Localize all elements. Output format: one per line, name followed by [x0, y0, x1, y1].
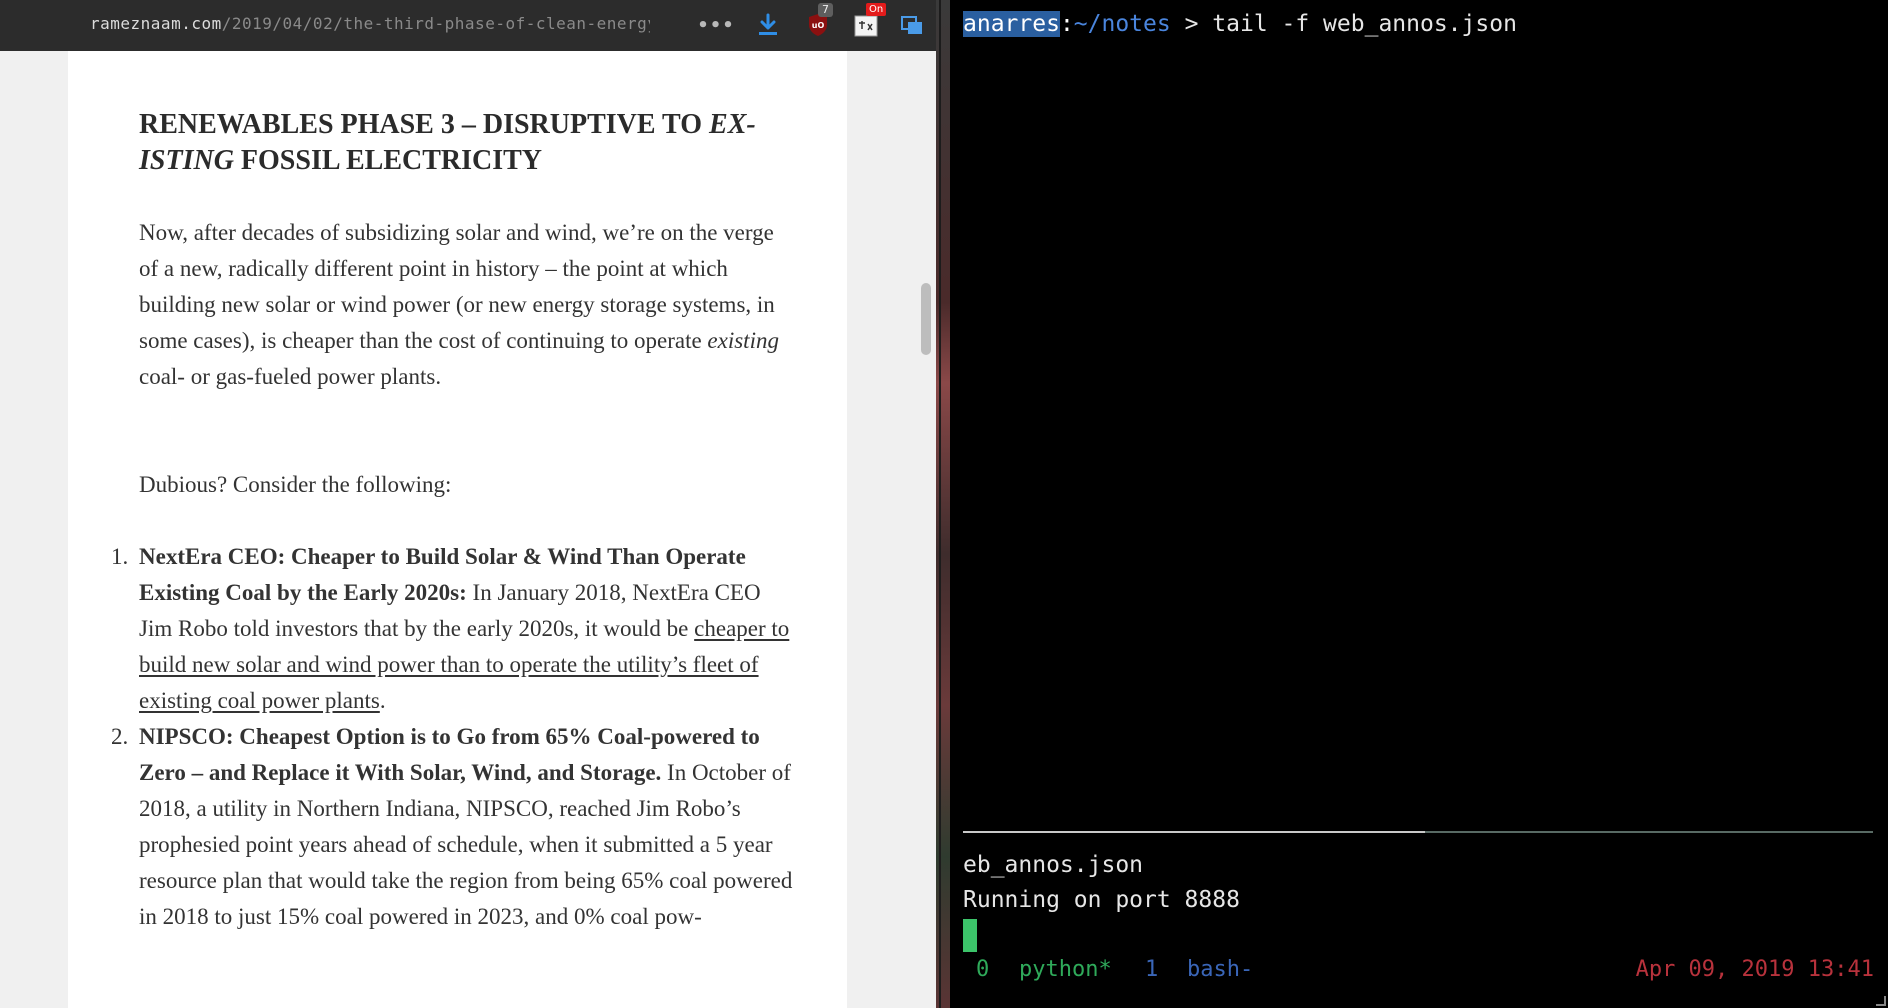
prompt-host: anarres [963, 11, 1060, 37]
svg-text:uO: uO [812, 21, 825, 30]
pane-divider-active-segment [1425, 831, 1873, 833]
article-paragraph-dubious: Dubious? Consider the following: [139, 472, 452, 497]
browser-window: rameznaam.com/2019/04/02/the-third-phase… [0, 0, 936, 1008]
window-name-bash[interactable]: bash- [1187, 952, 1253, 987]
prompt-separator: > [1170, 11, 1213, 37]
window-index-0[interactable]: 0 [976, 952, 989, 987]
list-item-text-end: . [379, 688, 386, 713]
article-list: 1. NextEra CEO: Cheaper to Build Solar & … [111, 539, 794, 935]
article-heading: RENEWABLES PHASE 3 – DISRUPTIVE TO EX­IS… [139, 107, 794, 179]
list-item: 1. NextEra CEO: Cheaper to Build Solar & … [111, 539, 794, 719]
resize-grip-icon[interactable] [1876, 996, 1886, 1006]
browser-toolbar: rameznaam.com/2019/04/02/the-third-phase… [0, 0, 936, 51]
window-index-1[interactable]: 1 [1145, 952, 1158, 987]
ublock-count-badge: 7 [818, 3, 833, 17]
paragraph-text: Now, after decades of subsidizing solar … [139, 220, 775, 353]
paragraph-text-end: coal- or gas-fueled power plants. [139, 364, 442, 389]
url-host: rameznaam.com [90, 14, 222, 33]
download-icon[interactable] [754, 12, 782, 38]
list-item-number: 1. [111, 544, 129, 569]
prompt-path: ~/notes [1073, 11, 1171, 37]
heading-text-end: FOSSIL ELECTRICITY [233, 145, 543, 176]
page-content: RENEWABLES PHASE 3 – DISRUPTIVE TO EX­IS… [68, 51, 847, 1008]
terminal-cursor [963, 919, 977, 952]
terminal-window[interactable]: anarres:~/notes > tail -f web_annos.json… [950, 0, 1888, 1008]
shell-command: tail -f web_annos.json [1212, 11, 1517, 37]
list-item-number: 2. [111, 724, 129, 749]
article-paragraph: Now, after decades of subsidizing solar … [139, 215, 794, 395]
status-datetime: Apr 09, 2019 13:41 [1635, 957, 1874, 982]
prompt-colon: : [1059, 11, 1074, 37]
list-item: 2. NIPSCO: Cheapest Option is to Go from … [111, 719, 794, 935]
shell-prompt-line: anarres:~/notes > tail -f web_annos.json [963, 7, 1517, 42]
translate-status-badge: On [866, 3, 887, 16]
paragraph-emphasis: existing [707, 328, 779, 353]
windows-icon[interactable] [898, 12, 926, 38]
url-path: /2019/04/02/the-third-phase-of-clean-ene… [221, 14, 650, 33]
more-icon[interactable]: ••• [697, 12, 734, 38]
scrollbar-track[interactable] [916, 51, 936, 1008]
heading-text: RENEWABLES PHASE 3 – DISRUPTIVE TO [139, 109, 710, 140]
scrollbar-thumb[interactable] [921, 283, 931, 355]
tmux-status-bar: 0 python* 1 bash- Apr 09, 2019 13:41 [950, 952, 1888, 987]
terminal-output-line: eb_annos.json [963, 852, 1144, 878]
url-bar[interactable]: rameznaam.com/2019/04/02/the-third-phase… [90, 14, 650, 36]
window-border [939, 0, 941, 1008]
terminal-output-line: Running on port 8888 [963, 887, 1240, 913]
list-item-text: In October of 2018, a utility in Norther… [139, 760, 793, 929]
window-name-python[interactable]: python* [1019, 952, 1112, 987]
